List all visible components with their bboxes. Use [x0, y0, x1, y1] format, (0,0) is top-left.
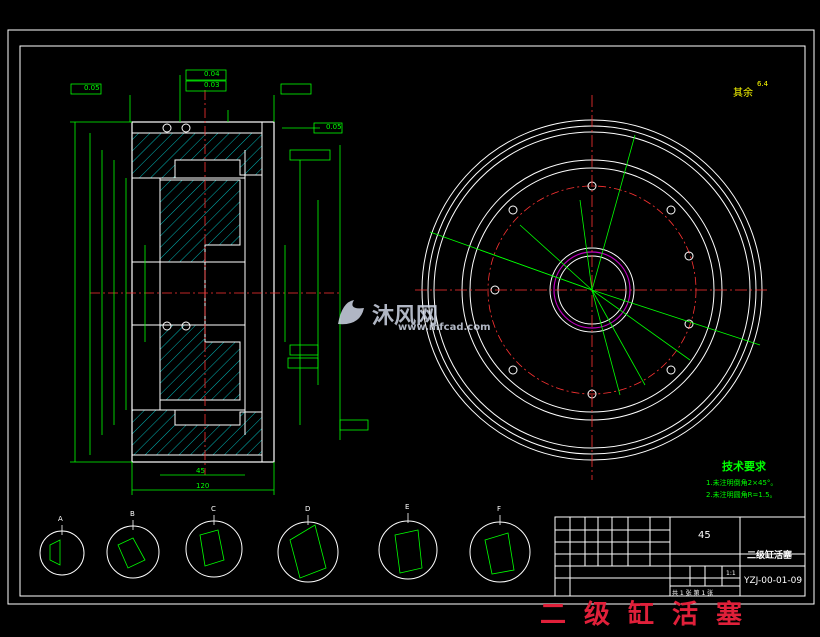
end-view-piston — [415, 95, 770, 480]
width-dimension-mid: 45 — [196, 467, 205, 475]
title-block-scale: 1:1 — [726, 570, 736, 577]
side-reference: 0.05 — [326, 123, 342, 131]
detail-sections — [39, 513, 531, 583]
tech-requirement-item: 1.未注明倒角2×45°。 — [706, 479, 778, 487]
hatch-lower — [131, 409, 263, 456]
roughness-note-value: 6.4 — [757, 80, 769, 88]
top-left-tolerance: 0.05 — [84, 84, 100, 92]
section-label-a: A — [58, 515, 63, 523]
roughness-note-label: 其余 — [733, 88, 753, 99]
width-dimension-bottom: 120 — [196, 482, 210, 490]
section-label-d: D — [305, 505, 311, 513]
title-block-material: 45 — [698, 530, 711, 541]
top-center-tolerance: 0.04 — [204, 70, 220, 78]
hatch-upper-inner — [159, 179, 241, 263]
section-label-b: B — [130, 510, 135, 518]
section-label-f: F — [497, 505, 502, 513]
section-view-piston — [70, 69, 369, 495]
hatch-upper — [131, 132, 263, 179]
title-block-drawing-number: YZJ-00-01-09 — [744, 576, 803, 586]
top-center-tolerance-2: 0.03 — [204, 81, 220, 89]
drawing-title: 二级缸活塞 — [540, 600, 761, 630]
section-label-c: C — [211, 505, 216, 513]
tech-requirement-item: 2.未注明圆角R=1.5。 — [706, 491, 777, 499]
watermark-url: www.mfcad.com — [398, 322, 491, 333]
hatch-lower-inner — [159, 324, 241, 401]
watermark-logo-icon — [338, 300, 364, 325]
tech-requirements-heading: 技术要求 — [722, 460, 766, 473]
section-label-e: E — [405, 503, 410, 511]
title-block-part-name: 二级缸活塞 — [747, 551, 793, 561]
